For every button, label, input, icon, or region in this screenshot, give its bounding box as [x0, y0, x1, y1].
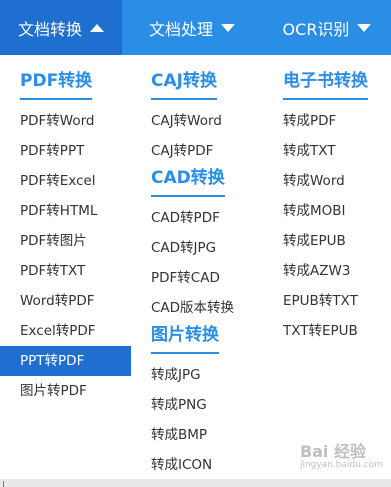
text-cursor [3, 481, 4, 487]
menu-item-excel-to-pdf[interactable]: Excel转PDF [0, 316, 131, 346]
menu-item-to-pdf[interactable]: 转成PDF [263, 106, 391, 136]
menu-item-image-to-pdf[interactable]: 图片转PDF [0, 376, 131, 406]
menu-column-pdf: PDF转换 PDF转Word PDF转PPT PDF转Excel PDF转HTM… [0, 55, 131, 406]
caret-down-icon [221, 23, 235, 32]
menu-item-ppt-to-pdf[interactable]: PPT转PDF [0, 346, 131, 376]
tab-label: 文档转换 [17, 19, 82, 39]
heading-cad-conversion: CAD转换 [151, 166, 225, 197]
menu-item-cad-to-jpg[interactable]: CAD转JPG [131, 233, 263, 263]
caret-up-icon [90, 23, 104, 32]
menu-item-cad-to-pdf[interactable]: CAD转PDF [131, 203, 263, 233]
menu-item-pdf-to-txt[interactable]: PDF转TXT [0, 256, 131, 286]
watermark-subtext: jingyan.baidu.com [299, 460, 383, 470]
menu-item-epub-to-txt[interactable]: EPUB转TXT [263, 286, 391, 316]
menu-item-pdf-to-word[interactable]: PDF转Word [0, 106, 131, 136]
menu-item-to-png[interactable]: 转成PNG [131, 390, 263, 420]
menu-item-to-epub[interactable]: 转成EPUB [263, 226, 391, 256]
top-navigation-bar: 文档转换 文档处理 OCR识别 [0, 0, 391, 55]
menu-item-to-jpg[interactable]: 转成JPG [131, 360, 263, 390]
menu-item-to-icon[interactable]: 转成ICON [131, 450, 263, 480]
caret-down-icon [357, 23, 372, 32]
menu-item-txt-to-epub[interactable]: TXT转EPUB [263, 316, 391, 346]
menu-item-to-txt[interactable]: 转成TXT [263, 136, 391, 166]
watermark-text: Bai 经验 [299, 442, 366, 461]
menu-item-pdf-to-html[interactable]: PDF转HTML [0, 196, 131, 226]
menu-item-pdf-to-ppt[interactable]: PDF转PPT [0, 136, 131, 166]
menu-item-to-word[interactable]: 转成Word [263, 166, 391, 196]
heading-caj-conversion: CAJ转换 [151, 69, 217, 100]
menu-item-cad-version-convert[interactable]: CAD版本转换 [131, 293, 263, 323]
tab-ocr[interactable]: OCR识别 [263, 0, 391, 55]
menu-item-word-to-pdf[interactable]: Word转PDF [0, 286, 131, 316]
heading-image-conversion: 图片转换 [151, 323, 219, 354]
menu-item-to-bmp[interactable]: 转成BMP [131, 420, 263, 450]
menu-column-caj-cad-image: CAJ转换 CAJ转Word CAJ转PDF CAD转换 CAD转PDF CAD… [131, 55, 263, 480]
menu-item-to-mobi[interactable]: 转成MOBI [263, 196, 391, 226]
tab-label: OCR识别 [282, 19, 350, 39]
tab-document-processing[interactable]: 文档处理 [131, 0, 253, 55]
tab-label: 文档处理 [148, 19, 213, 39]
menu-item-pdf-to-excel[interactable]: PDF转Excel [0, 166, 131, 196]
heading-ebook-conversion: 电子书转换 [283, 69, 368, 100]
menu-item-caj-to-pdf[interactable]: CAJ转PDF [131, 136, 263, 166]
menu-item-to-azw3[interactable]: 转成AZW3 [263, 256, 391, 286]
tab-document-conversion[interactable]: 文档转换 [0, 0, 122, 55]
bottom-scrollbar-strip[interactable] [0, 479, 391, 487]
menu-column-ebook: 电子书转换 转成PDF 转成TXT 转成Word 转成MOBI 转成EPUB 转… [263, 55, 391, 346]
menu-item-pdf-to-image[interactable]: PDF转图片 [0, 226, 131, 256]
watermark-logo: Bai 经验 jingyan.baidu.com [300, 438, 383, 470]
heading-pdf-conversion: PDF转换 [20, 69, 93, 100]
menu-item-pdf-to-cad[interactable]: PDF转CAD [131, 263, 263, 293]
menu-item-caj-to-word[interactable]: CAJ转Word [131, 106, 263, 136]
